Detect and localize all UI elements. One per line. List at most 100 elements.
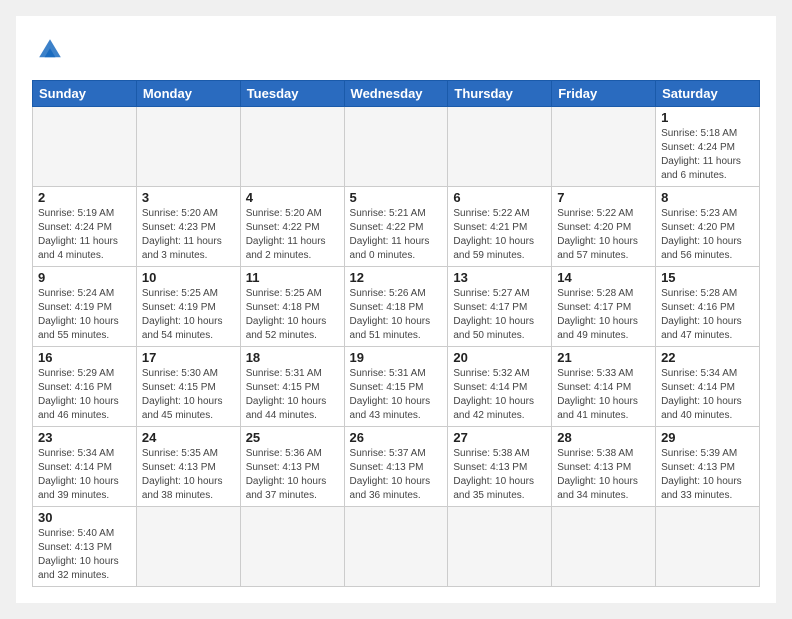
calendar-day-cell: 22 Sunrise: 5:34 AM Sunset: 4:14 PM Dayli… <box>656 347 760 427</box>
calendar-day-cell: 19Sunrise: 5:31 AM Sunset: 4:15 PM Dayli… <box>344 347 448 427</box>
calendar-day-cell: 1Sunrise: 5:18 AM Sunset: 4:24 PM Daylig… <box>656 107 760 187</box>
day-number: 19 <box>350 350 443 365</box>
calendar-day-cell: 13 Sunrise: 5:27 AM Sunset: 4:17 PM Dayli… <box>448 267 552 347</box>
calendar-day-cell <box>448 507 552 587</box>
day-info: Sunrise: 5:28 AM Sunset: 4:16 PM Dayligh… <box>661 287 754 343</box>
calendar-day-cell: 21Sunrise: 5:33 AM Sunset: 4:14 PM Dayli… <box>552 347 656 427</box>
calendar-day-cell: 2 Sunrise: 5:19 AM Sunset: 4:24 PM Daylig… <box>33 187 137 267</box>
day-number: 23 <box>38 430 131 445</box>
generalblue-logo-icon <box>32 32 68 68</box>
calendar-day-cell <box>344 507 448 587</box>
day-info: Sunrise: 5:22 AM Sunset: 4:20 PM Dayligh… <box>557 207 650 263</box>
day-info: Sunrise: 5:33 AM Sunset: 4:14 PM Dayligh… <box>557 367 650 423</box>
day-info: Sunrise: 5:39 AM Sunset: 4:13 PM Dayligh… <box>661 447 754 503</box>
calendar-day-cell: 20Sunrise: 5:32 AM Sunset: 4:14 PM Dayli… <box>448 347 552 427</box>
day-info: Sunrise: 5:25 AM Sunset: 4:19 PM Dayligh… <box>142 287 235 343</box>
calendar-week-row: 16Sunrise: 5:29 AM Sunset: 4:16 PM Dayli… <box>33 347 760 427</box>
day-info: Sunrise: 5:28 AM Sunset: 4:17 PM Dayligh… <box>557 287 650 343</box>
day-info: Sunrise: 5:37 AM Sunset: 4:13 PM Dayligh… <box>350 447 443 503</box>
calendar-week-row: 2 Sunrise: 5:19 AM Sunset: 4:24 PM Daylig… <box>33 187 760 267</box>
header-sunday: Sunday <box>33 81 137 107</box>
header-tuesday: Tuesday <box>240 81 344 107</box>
day-info: Sunrise: 5:27 AM Sunset: 4:17 PM Dayligh… <box>453 287 546 343</box>
calendar-day-cell <box>33 107 137 187</box>
day-number: 9 <box>38 270 131 285</box>
day-number: 27 <box>453 430 546 445</box>
calendar-day-cell: 4 Sunrise: 5:20 AM Sunset: 4:22 PM Daylig… <box>240 187 344 267</box>
calendar-day-cell: 18Sunrise: 5:31 AM Sunset: 4:15 PM Dayli… <box>240 347 344 427</box>
calendar-day-cell: 27 Sunrise: 5:38 AM Sunset: 4:13 PM Dayli… <box>448 427 552 507</box>
calendar-day-cell: 26Sunrise: 5:37 AM Sunset: 4:13 PM Dayli… <box>344 427 448 507</box>
calendar-day-cell: 16Sunrise: 5:29 AM Sunset: 4:16 PM Dayli… <box>33 347 137 427</box>
day-info: Sunrise: 5:25 AM Sunset: 4:18 PM Dayligh… <box>246 287 339 343</box>
calendar-week-row: 23 Sunrise: 5:34 AM Sunset: 4:14 PM Dayli… <box>33 427 760 507</box>
header-thursday: Thursday <box>448 81 552 107</box>
calendar-day-cell: 6Sunrise: 5:22 AM Sunset: 4:21 PM Daylig… <box>448 187 552 267</box>
day-number: 22 <box>661 350 754 365</box>
day-number: 28 <box>557 430 650 445</box>
day-number: 2 <box>38 190 131 205</box>
day-info: Sunrise: 5:38 AM Sunset: 4:13 PM Dayligh… <box>557 447 650 503</box>
header-saturday: Saturday <box>656 81 760 107</box>
header <box>32 32 760 68</box>
calendar-week-row: 30Sunrise: 5:40 AM Sunset: 4:13 PM Dayli… <box>33 507 760 587</box>
day-info: Sunrise: 5:36 AM Sunset: 4:13 PM Dayligh… <box>246 447 339 503</box>
day-info: Sunrise: 5:34 AM Sunset: 4:14 PM Dayligh… <box>38 447 131 503</box>
day-info: Sunrise: 5:29 AM Sunset: 4:16 PM Dayligh… <box>38 367 131 423</box>
day-number: 14 <box>557 270 650 285</box>
page: Sunday Monday Tuesday Wednesday Thursday… <box>16 16 776 603</box>
day-number: 6 <box>453 190 546 205</box>
calendar-day-cell <box>240 107 344 187</box>
day-number: 20 <box>453 350 546 365</box>
calendar-day-cell <box>656 507 760 587</box>
day-info: Sunrise: 5:40 AM Sunset: 4:13 PM Dayligh… <box>38 527 131 583</box>
calendar-day-cell: 30Sunrise: 5:40 AM Sunset: 4:13 PM Dayli… <box>33 507 137 587</box>
day-info: Sunrise: 5:20 AM Sunset: 4:23 PM Dayligh… <box>142 207 235 263</box>
calendar-day-cell <box>552 107 656 187</box>
calendar-day-cell: 8 Sunrise: 5:23 AM Sunset: 4:20 PM Daylig… <box>656 187 760 267</box>
calendar-day-cell <box>344 107 448 187</box>
day-info: Sunrise: 5:35 AM Sunset: 4:13 PM Dayligh… <box>142 447 235 503</box>
day-number: 1 <box>661 110 754 125</box>
calendar-week-row: 1Sunrise: 5:18 AM Sunset: 4:24 PM Daylig… <box>33 107 760 187</box>
day-number: 25 <box>246 430 339 445</box>
calendar-day-cell: 5Sunrise: 5:21 AM Sunset: 4:22 PM Daylig… <box>344 187 448 267</box>
calendar-day-cell: 3Sunrise: 5:20 AM Sunset: 4:23 PM Daylig… <box>136 187 240 267</box>
weekday-header-row: Sunday Monday Tuesday Wednesday Thursday… <box>33 81 760 107</box>
day-info: Sunrise: 5:19 AM Sunset: 4:24 PM Dayligh… <box>38 207 131 263</box>
day-info: Sunrise: 5:24 AM Sunset: 4:19 PM Dayligh… <box>38 287 131 343</box>
calendar-day-cell: 14 Sunrise: 5:28 AM Sunset: 4:17 PM Dayli… <box>552 267 656 347</box>
day-number: 7 <box>557 190 650 205</box>
header-friday: Friday <box>552 81 656 107</box>
calendar-day-cell <box>552 507 656 587</box>
calendar-day-cell: 23 Sunrise: 5:34 AM Sunset: 4:14 PM Dayli… <box>33 427 137 507</box>
calendar-day-cell: 29Sunrise: 5:39 AM Sunset: 4:13 PM Dayli… <box>656 427 760 507</box>
calendar-day-cell: 7 Sunrise: 5:22 AM Sunset: 4:20 PM Daylig… <box>552 187 656 267</box>
day-info: Sunrise: 5:23 AM Sunset: 4:20 PM Dayligh… <box>661 207 754 263</box>
calendar-week-row: 9 Sunrise: 5:24 AM Sunset: 4:19 PM Daylig… <box>33 267 760 347</box>
day-info: Sunrise: 5:34 AM Sunset: 4:14 PM Dayligh… <box>661 367 754 423</box>
day-number: 4 <box>246 190 339 205</box>
day-number: 11 <box>246 270 339 285</box>
day-number: 8 <box>661 190 754 205</box>
calendar-day-cell: 17Sunrise: 5:30 AM Sunset: 4:15 PM Dayli… <box>136 347 240 427</box>
logo <box>32 32 72 68</box>
day-number: 13 <box>453 270 546 285</box>
calendar-day-cell: 10 Sunrise: 5:25 AM Sunset: 4:19 PM Dayli… <box>136 267 240 347</box>
header-monday: Monday <box>136 81 240 107</box>
day-number: 12 <box>350 270 443 285</box>
day-number: 10 <box>142 270 235 285</box>
calendar-day-cell: 25 Sunrise: 5:36 AM Sunset: 4:13 PM Dayli… <box>240 427 344 507</box>
day-number: 15 <box>661 270 754 285</box>
day-info: Sunrise: 5:20 AM Sunset: 4:22 PM Dayligh… <box>246 207 339 263</box>
calendar-day-cell: 28 Sunrise: 5:38 AM Sunset: 4:13 PM Dayli… <box>552 427 656 507</box>
calendar-day-cell <box>136 507 240 587</box>
calendar-day-cell: 12Sunrise: 5:26 AM Sunset: 4:18 PM Dayli… <box>344 267 448 347</box>
calendar-day-cell <box>136 107 240 187</box>
day-info: Sunrise: 5:30 AM Sunset: 4:15 PM Dayligh… <box>142 367 235 423</box>
calendar-table: Sunday Monday Tuesday Wednesday Thursday… <box>32 80 760 587</box>
calendar-day-cell <box>240 507 344 587</box>
calendar-day-cell: 11 Sunrise: 5:25 AM Sunset: 4:18 PM Dayli… <box>240 267 344 347</box>
day-info: Sunrise: 5:38 AM Sunset: 4:13 PM Dayligh… <box>453 447 546 503</box>
calendar-day-cell: 15 Sunrise: 5:28 AM Sunset: 4:16 PM Dayli… <box>656 267 760 347</box>
